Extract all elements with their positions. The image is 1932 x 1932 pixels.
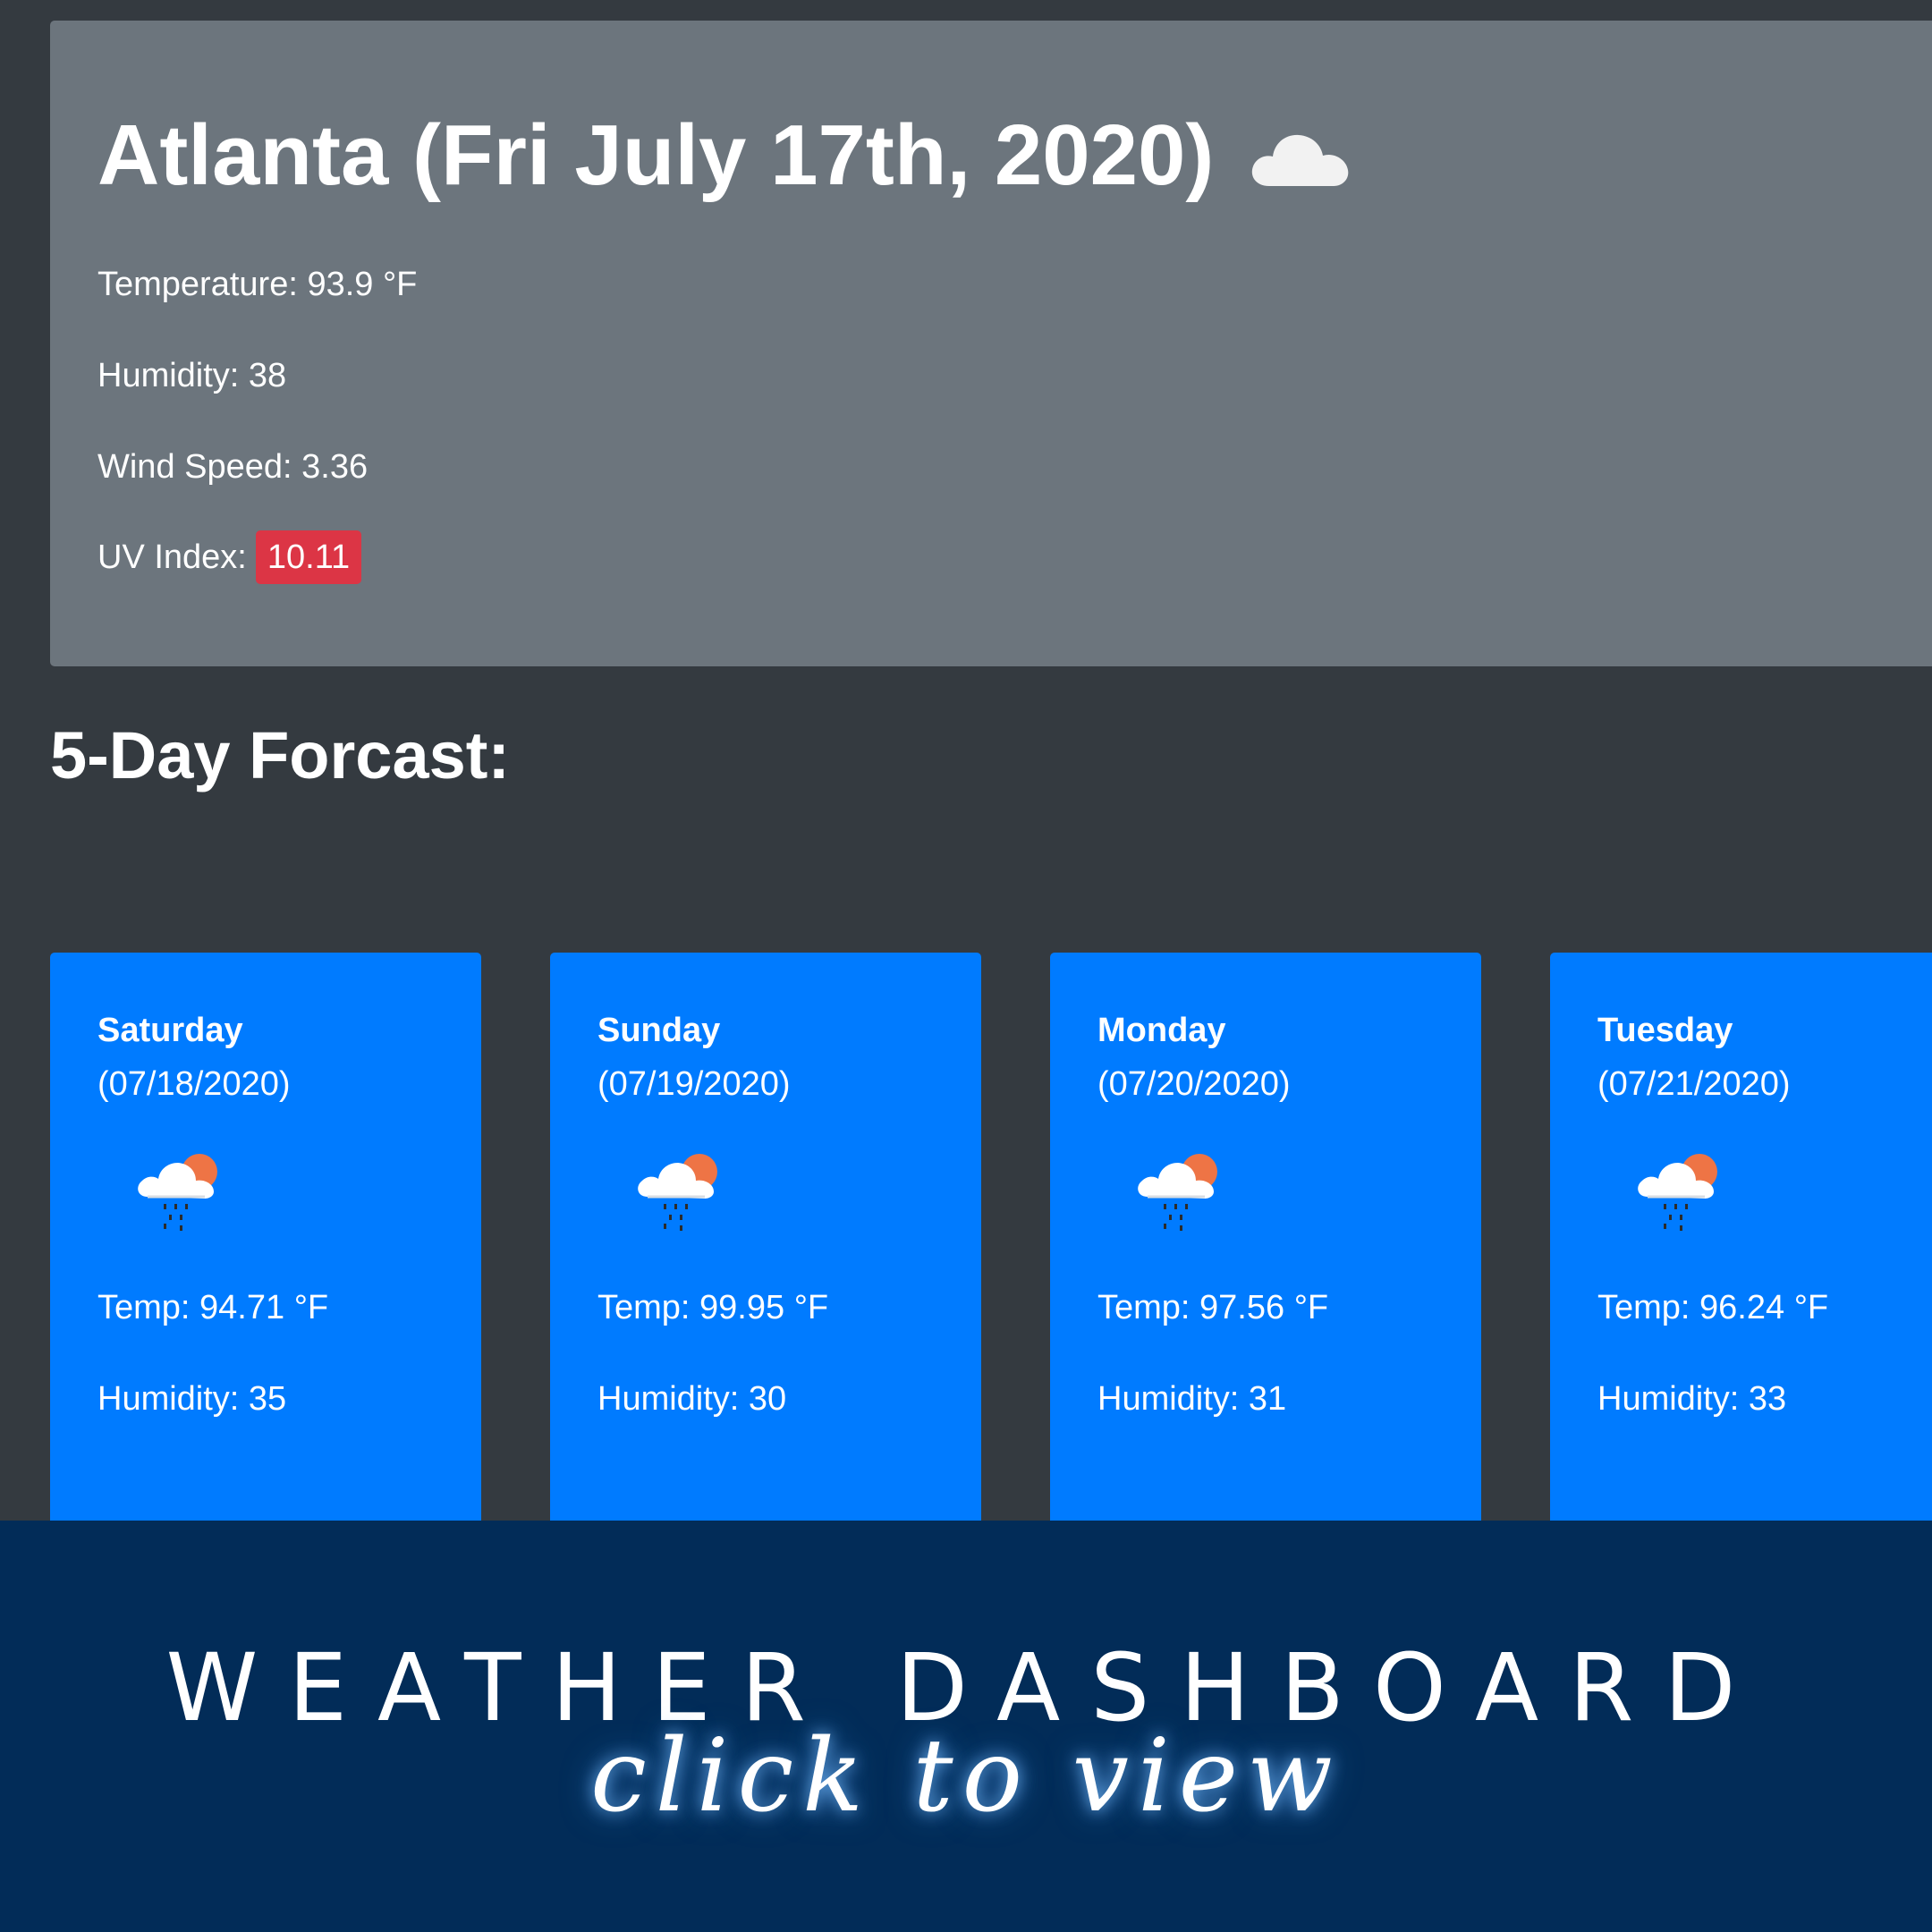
rain-sun-cloud-icon [635, 1145, 733, 1239]
forecast-temp: Temp: 97.56 °F [1097, 1289, 1329, 1326]
promo-banner[interactable]: WEATHER DASHBOARD click to view [0, 1521, 1932, 1932]
forecast-humidity: Humidity: 33 [1597, 1380, 1787, 1418]
forecast-card: Monday (07/20/2020) Temp: 97.56 °F Humid… [1050, 953, 1481, 1521]
rain-sun-cloud-icon [135, 1145, 233, 1239]
uv-index-badge: 10.11 [255, 530, 362, 584]
rain-sun-cloud-icon [1135, 1145, 1233, 1239]
forecast-day: Monday [1097, 1012, 1226, 1049]
current-weather-card: Atlanta (Fri July 17th, 2020) Temperatur… [50, 21, 1932, 666]
forecast-card: Saturday (07/18/2020) Temp: 94.71 °F Hum… [50, 953, 481, 1521]
cloud-icon [1252, 134, 1349, 186]
forecast-humidity: Humidity: 35 [97, 1380, 287, 1418]
forecast-humidity: Humidity: 31 [1097, 1380, 1287, 1418]
rain-sun-cloud-icon [1635, 1145, 1733, 1239]
current-weather-title: Atlanta (Fri July 17th, 2020) [97, 113, 1353, 199]
forecast-date: (07/20/2020) [1097, 1065, 1291, 1103]
forecast-temp: Temp: 99.95 °F [597, 1289, 829, 1326]
current-temperature: Temperature: 93.9 °F [97, 266, 418, 303]
forecast-day: Saturday [97, 1012, 243, 1049]
forecast-humidity: Humidity: 30 [597, 1380, 787, 1418]
click-to-view-link[interactable]: click to view [0, 1726, 1932, 1826]
forecast-card: Sunday (07/19/2020) Temp: 99.95 °F Humid… [550, 953, 981, 1521]
forecast-day: Sunday [597, 1012, 721, 1049]
forecast-date: (07/19/2020) [597, 1065, 791, 1103]
forecast-date: (07/18/2020) [97, 1065, 291, 1103]
current-uv-index: UV Index: 10.11 [97, 530, 362, 584]
forecast-temp: Temp: 94.71 °F [97, 1289, 329, 1326]
forecast-temp: Temp: 96.24 °F [1597, 1289, 1829, 1326]
city-title-text: Atlanta (Fri July 17th, 2020) [97, 107, 1215, 203]
forecast-card: Tuesday (07/21/2020) Temp: 96.24 °F Humi… [1550, 953, 1932, 1521]
current-humidity: Humidity: 38 [97, 357, 287, 394]
current-wind-speed: Wind Speed: 3.36 [97, 448, 369, 486]
forecast-heading: 5-Day Forcast: [50, 718, 511, 792]
forecast-date: (07/21/2020) [1597, 1065, 1791, 1103]
forecast-day: Tuesday [1597, 1012, 1733, 1049]
uv-index-label: UV Index: [97, 538, 247, 576]
